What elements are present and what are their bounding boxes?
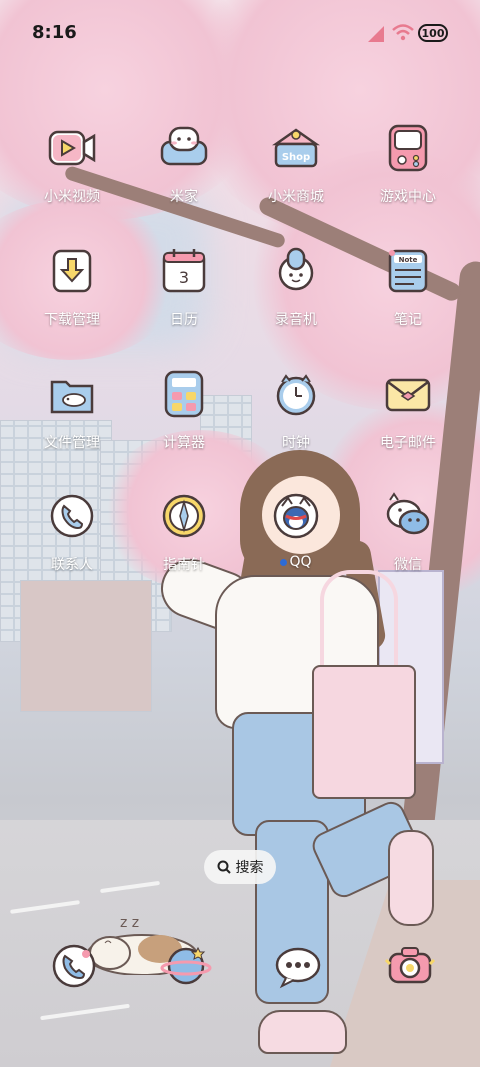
app-calculator[interactable]: 计算器 [134, 366, 234, 452]
app-mi-video[interactable]: 小米视频 [22, 120, 122, 206]
phone-icon [44, 488, 100, 544]
app-compass[interactable]: 指南针 [134, 488, 234, 574]
app-label: 时钟 [282, 435, 310, 451]
dock-camera[interactable] [382, 938, 438, 994]
calendar-icon: 3 [156, 243, 212, 299]
app-label: 指南针 [163, 557, 205, 573]
recorder-icon [268, 243, 324, 299]
svg-text:Note: Note [399, 256, 418, 264]
svg-text:3: 3 [179, 268, 189, 287]
battery-level: 100 [421, 26, 445, 40]
app-file-manager[interactable]: 文件管理 [22, 366, 122, 452]
wifi-icon [392, 24, 414, 41]
qq-penguin-icon [268, 488, 324, 544]
svg-text:Shop: Shop [282, 152, 310, 163]
app-label: 联系人 [51, 557, 93, 573]
app-label: 小米视频 [44, 189, 100, 205]
camera-icon [384, 947, 436, 984]
app-downloads[interactable]: 下载管理 [22, 243, 122, 329]
app-label: 日历 [170, 312, 198, 328]
app-label: 录音机 [275, 312, 317, 328]
app-label: 文件管理 [44, 435, 100, 451]
app-label: 微信 [394, 557, 422, 573]
svg-text:z z: z z [120, 915, 139, 931]
signal-icon [368, 26, 384, 42]
app-label: 米家 [170, 189, 198, 205]
app-label: 笔记 [394, 312, 422, 328]
app-email[interactable]: 电子邮件 [358, 366, 458, 452]
app-label: 游戏中心 [380, 189, 436, 205]
wechat-icon [380, 488, 436, 544]
compass-icon [156, 488, 212, 544]
app-label: QQ [289, 554, 312, 570]
search-icon [217, 860, 231, 874]
dock-phone[interactable] [46, 938, 102, 994]
app-qq[interactable]: QQ [246, 488, 346, 570]
app-calendar[interactable]: 3 日历 [134, 243, 234, 329]
sofa-icon [156, 120, 212, 176]
download-icon [44, 243, 100, 299]
search-button[interactable]: 搜索 [204, 850, 276, 884]
app-label: 电子邮件 [380, 435, 436, 451]
app-label-qq: QQ [280, 554, 312, 570]
phone-icon [52, 944, 96, 988]
search-label: 搜索 [235, 860, 264, 876]
app-mi-store[interactable]: Shop 小米商城 [246, 120, 346, 206]
app-label: 下载管理 [44, 312, 100, 328]
app-label: 小米商城 [268, 189, 324, 205]
unread-dot [280, 558, 288, 566]
dock-messages[interactable] [270, 938, 326, 994]
app-clock[interactable]: 时钟 [246, 366, 346, 452]
note-icon: Note [380, 243, 436, 299]
messages-icon [275, 947, 321, 989]
app-notes[interactable]: Note 笔记 [358, 243, 458, 329]
shop-icon: Shop [268, 120, 324, 176]
mail-icon [380, 366, 436, 422]
clock-icon [268, 366, 324, 422]
app-wechat[interactable]: 微信 [358, 488, 458, 574]
game-console-icon [380, 120, 436, 176]
browser-planet-icon [160, 946, 212, 985]
status-bar: 8:16 100 [0, 0, 480, 68]
video-icon [44, 120, 100, 176]
app-label: 计算器 [163, 435, 205, 451]
app-recorder[interactable]: 录音机 [246, 243, 346, 329]
app-game-center[interactable]: 游戏中心 [358, 120, 458, 206]
folder-icon [44, 366, 100, 422]
dock-browser[interactable] [158, 938, 214, 994]
calculator-icon [156, 366, 212, 422]
status-time: 8:16 [32, 22, 77, 43]
app-contacts[interactable]: 联系人 [22, 488, 122, 574]
battery-indicator: 100 [418, 24, 448, 42]
app-mijia[interactable]: 米家 [134, 120, 234, 206]
